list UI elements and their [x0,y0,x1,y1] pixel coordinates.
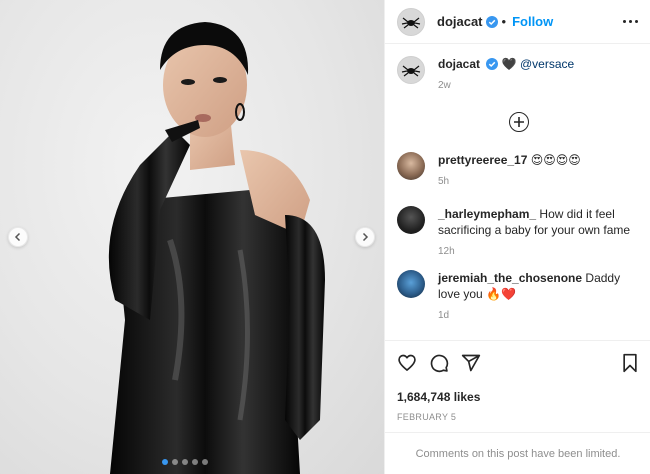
commenter-avatar[interactable] [397,270,425,298]
carousel-indicator [162,459,208,465]
carousel-dot-3 [182,459,188,465]
caption-body: dojacat 🖤 @versace 2w [438,56,574,94]
chevron-right-icon [362,232,369,242]
commenter-avatar[interactable] [397,206,425,234]
post-actions: 1,684,748 likes FEBRUARY 5 [385,340,650,422]
comments-limited-notice: Comments on this post have been limited. [385,432,650,474]
post-date[interactable]: FEBRUARY 5 [397,412,639,422]
comment-icon[interactable] [429,353,449,373]
post-header: dojacat • Follow [385,0,650,44]
comment-body: prettyreeree_17 😍😍😍😍 5h [438,152,581,190]
bookmark-icon[interactable] [621,353,639,373]
comment-body: jeremiah_the_chosenone Daddy love you 🔥❤… [438,270,637,324]
caption-username[interactable]: dojacat [438,57,480,71]
comments-section: dojacat 🖤 @versace 2w prettyreeree_17 😍😍… [385,44,650,339]
spider-avatar-icon [401,65,421,77]
commenter-username[interactable]: jeremiah_the_chosenone [438,271,582,285]
comment-time[interactable]: 12h [438,244,637,260]
carousel-dot-2 [172,459,178,465]
separator-dot: • [501,14,507,29]
commenter-username[interactable]: _harleymepham_ [438,207,536,221]
likes-count[interactable]: 1,684,748 likes [397,390,639,404]
carousel-dot-1 [162,459,168,465]
share-icon[interactable] [461,353,481,373]
next-photo-button[interactable] [355,227,375,247]
load-more-comments-button[interactable] [509,112,529,132]
comment-text: 😍😍😍😍 [530,153,581,167]
comment-body: _harleymepham_ How did it feel sacrifici… [438,206,637,260]
carousel-dot-4 [192,459,198,465]
more-options-icon[interactable] [623,20,638,23]
photo-figure [108,22,325,474]
author-avatar[interactable] [397,7,425,36]
comment-time[interactable]: 5h [438,174,581,190]
caption-mention-link[interactable]: @versace [520,57,574,71]
post-photo[interactable] [0,0,384,474]
chevron-left-icon [14,232,21,242]
comment-item: prettyreeree_17 😍😍😍😍 5h [397,152,637,190]
verified-badge-icon [486,58,499,70]
comment-time[interactable]: 1d [438,308,637,324]
commenter-username[interactable]: prettyreeree_17 [438,153,527,167]
comment-item: _harleymepham_ How did it feel sacrifici… [397,206,637,260]
plus-icon [514,117,524,127]
caption-time[interactable]: 2w [438,78,574,94]
carousel-dot-5 [202,459,208,465]
caption-author-avatar[interactable] [397,56,425,84]
heart-icon[interactable] [397,353,417,373]
spider-avatar-icon [401,17,421,28]
post-side-panel: dojacat • Follow dojacat 🖤 @versace 2w p… [384,0,650,474]
verified-badge-icon [485,15,498,28]
author-username[interactable]: dojacat [437,14,483,29]
commenter-avatar[interactable] [397,152,425,180]
comment-item: jeremiah_the_chosenone Daddy love you 🔥❤… [397,270,637,324]
previous-photo-button[interactable] [8,227,28,247]
follow-button[interactable]: Follow [512,14,553,29]
caption: dojacat 🖤 @versace 2w [397,56,637,94]
caption-emoji: 🖤 [501,57,517,71]
action-icon-row [397,351,639,375]
